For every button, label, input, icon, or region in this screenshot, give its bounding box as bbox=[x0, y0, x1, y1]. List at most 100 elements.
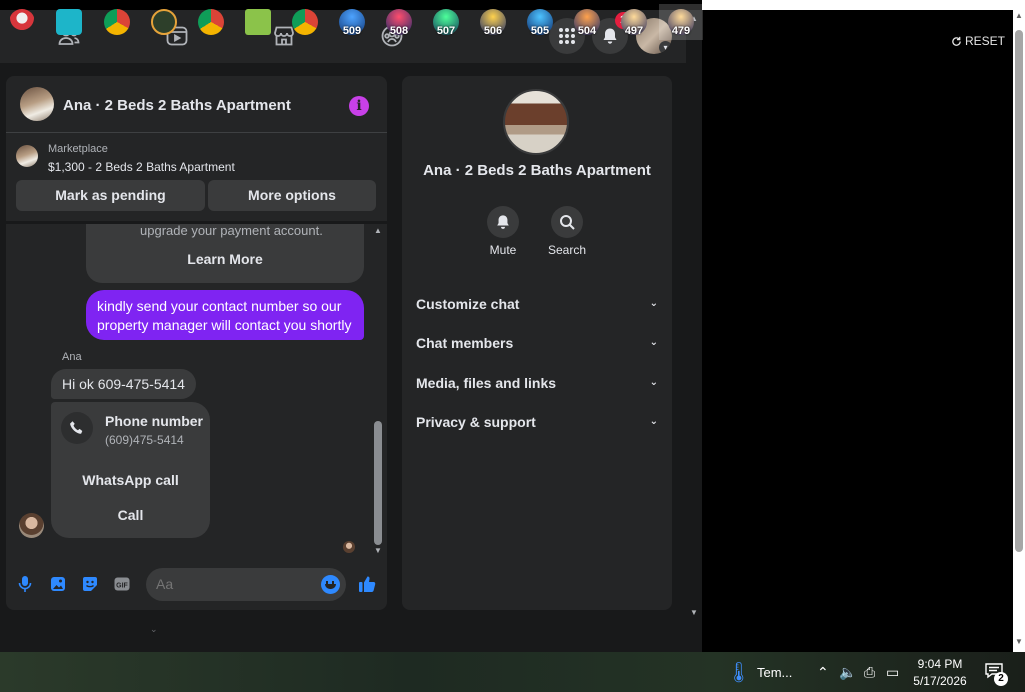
more-options-button[interactable]: More options bbox=[208, 180, 376, 211]
window-bottom-strip: ⌄ bbox=[0, 624, 702, 652]
mushroom-icon bbox=[9, 9, 35, 35]
chevron-down-icon: ⌄ bbox=[649, 337, 658, 348]
phone-card-title: Phone number bbox=[105, 413, 204, 429]
details-avatar[interactable] bbox=[503, 89, 569, 155]
system-clock[interactable]: 9:04 PM 5/17/2026 bbox=[908, 656, 972, 690]
chevron-up-icon[interactable]: ⌃ bbox=[817, 664, 829, 681]
search-button[interactable] bbox=[551, 206, 583, 238]
taskbar-app-x[interactable] bbox=[142, 4, 186, 40]
sender-name: Ana bbox=[62, 351, 82, 363]
speaker-icon[interactable]: 🔈 bbox=[839, 664, 856, 681]
chrome-icon bbox=[104, 9, 130, 35]
taskbar-counter-app[interactable]: 507 bbox=[424, 4, 468, 40]
scroll-up-icon[interactable]: ▲ bbox=[1015, 12, 1023, 20]
gif-icon[interactable]: GIF bbox=[111, 573, 133, 595]
message-input[interactable] bbox=[146, 568, 346, 601]
privacy-support-row[interactable]: Privacy & support ⌄ bbox=[416, 410, 658, 434]
x-app-icon bbox=[151, 9, 177, 35]
taskbar-chrome[interactable] bbox=[189, 4, 233, 40]
taskbar-app-s[interactable] bbox=[47, 4, 91, 40]
clock-time: 9:04 PM bbox=[917, 657, 963, 671]
scroll-down-icon[interactable]: ▼ bbox=[374, 546, 382, 555]
fb-scrollbar[interactable]: ▲ ▼ bbox=[686, 10, 702, 624]
taskbar-counter-app-active[interactable]: 479 bbox=[659, 4, 703, 40]
sticker-icon[interactable] bbox=[79, 573, 101, 595]
like-icon[interactable] bbox=[356, 573, 378, 595]
taskbar-counter-app[interactable]: 497 bbox=[612, 4, 656, 40]
notification-count-badge: 2 bbox=[994, 672, 1008, 686]
thermometer-icon[interactable]: 🌡 bbox=[726, 660, 751, 685]
taskbar-counter: 479 bbox=[671, 25, 691, 37]
taskbar-counter-app[interactable]: 504 bbox=[565, 4, 609, 40]
whatsapp-call-button[interactable]: WhatsApp call bbox=[61, 465, 200, 495]
reset-button[interactable]: RESET bbox=[951, 34, 1005, 48]
chevron-down-icon: ▾ bbox=[659, 41, 672, 54]
refresh-icon bbox=[952, 36, 961, 46]
facebook-window: 19 ▾ ▲ ▼ Ana · 2 Beds 2 Baths Apartment … bbox=[0, 10, 702, 624]
taskbar-app-mushroom[interactable] bbox=[0, 4, 44, 40]
photo-icon[interactable] bbox=[47, 573, 69, 595]
search-icon bbox=[560, 215, 575, 230]
mark-pending-button[interactable]: Mark as pending bbox=[16, 180, 205, 211]
page-scrollbar[interactable]: ▲ ▼ bbox=[1013, 10, 1025, 652]
taskbar-counter: 504 bbox=[577, 25, 597, 37]
learn-more-button[interactable]: Learn More bbox=[100, 244, 350, 274]
chrome-icon bbox=[292, 9, 318, 35]
taskbar-counter-app[interactable]: 506 bbox=[471, 4, 515, 40]
browser-top-strip bbox=[702, 0, 1025, 10]
taskbar-counter-app[interactable]: 509 bbox=[330, 4, 374, 40]
customize-chat-row[interactable]: Customize chat ⌄ bbox=[416, 292, 658, 316]
section-label: Chat members bbox=[416, 335, 514, 351]
svg-text:GIF: GIF bbox=[116, 582, 128, 589]
chat-window: Ana · 2 Beds 2 Baths Apartment i Marketp… bbox=[6, 76, 387, 610]
chat-title[interactable]: Ana · 2 Beds 2 Baths Apartment bbox=[63, 97, 291, 114]
taskbar-counter: 509 bbox=[342, 25, 362, 37]
call-button[interactable]: Call bbox=[61, 500, 200, 530]
search-label: Search bbox=[547, 243, 587, 257]
mute-button[interactable] bbox=[487, 206, 519, 238]
scroll-up-icon[interactable]: ▲ bbox=[374, 226, 382, 235]
taskbar-chrome-profile[interactable] bbox=[95, 4, 139, 40]
taskbar-counter: 497 bbox=[624, 25, 644, 37]
details-name: Ana · 2 Beds 2 Baths Apartment bbox=[423, 162, 651, 179]
taskbar-counter: 507 bbox=[436, 25, 456, 37]
taskbar-counter: 505 bbox=[530, 25, 550, 37]
weather-text[interactable]: Tem... bbox=[757, 665, 792, 680]
marketplace-listing-thumb bbox=[16, 145, 38, 167]
chat-scrollbar[interactable]: ▲ ▼ bbox=[372, 226, 384, 555]
s-app-icon bbox=[56, 9, 82, 35]
bell-icon bbox=[497, 215, 509, 229]
taskbar-counter-app[interactable]: 508 bbox=[377, 4, 421, 40]
read-receipt-avatar bbox=[343, 541, 355, 553]
marketplace-label: Marketplace bbox=[48, 143, 108, 155]
device-icon[interactable]: ⎙ bbox=[864, 664, 875, 681]
sender-avatar[interactable] bbox=[19, 513, 44, 538]
media-files-links-row[interactable]: Media, files and links ⌄ bbox=[416, 371, 658, 395]
message-list: upgrade your payment account. Learn More… bbox=[6, 224, 387, 558]
clock-date: 5/17/2026 bbox=[913, 674, 967, 688]
chevron-down-icon: ⌄ bbox=[150, 624, 158, 634]
scroll-thumb[interactable] bbox=[374, 421, 382, 545]
taskbar-counter-app[interactable]: 505 bbox=[518, 4, 562, 40]
composer: GIF bbox=[6, 562, 387, 610]
listing-avatar[interactable] bbox=[20, 87, 54, 121]
chat-header[interactable]: Ana · 2 Beds 2 Baths Apartment i bbox=[6, 76, 387, 133]
chat-members-row[interactable]: Chat members ⌄ bbox=[416, 331, 658, 355]
system-message-text: upgrade your payment account. bbox=[140, 224, 323, 238]
phone-number-card: Phone number (609)475-5414 WhatsApp call… bbox=[51, 402, 210, 538]
taskbar-app-chart[interactable] bbox=[236, 4, 280, 40]
scroll-thumb[interactable] bbox=[1015, 30, 1023, 552]
scroll-down-icon[interactable]: ▼ bbox=[1015, 638, 1023, 646]
listing-title[interactable]: $1,300 - 2 Beds 2 Baths Apartment bbox=[48, 160, 235, 174]
phone-card-number: (609)475-5414 bbox=[105, 433, 184, 447]
taskbar-chrome-r[interactable] bbox=[283, 4, 327, 40]
microphone-icon[interactable] bbox=[14, 573, 36, 595]
emoji-icon[interactable] bbox=[321, 575, 340, 594]
network-icon[interactable]: ▭ bbox=[886, 664, 899, 681]
taskbar-counter: 506 bbox=[483, 25, 503, 37]
scroll-down-icon[interactable]: ▼ bbox=[690, 608, 698, 617]
phone-icon bbox=[61, 412, 93, 444]
info-icon[interactable]: i bbox=[349, 96, 369, 116]
chrome-icon bbox=[198, 9, 224, 35]
chart-app-icon bbox=[245, 9, 271, 35]
